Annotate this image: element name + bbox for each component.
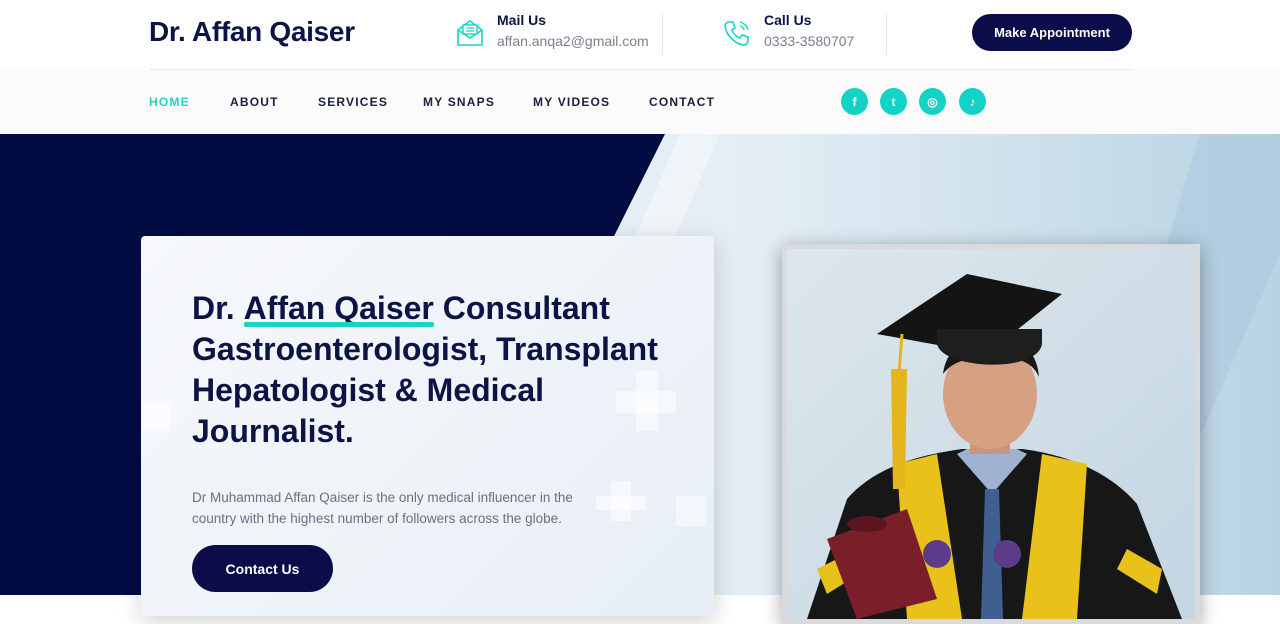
- mail-info[interactable]: Mail Us affan.anqa2@gmail.com: [455, 12, 649, 49]
- nav-home[interactable]: HOME: [149, 95, 190, 109]
- nav-my-snaps[interactable]: MY SNAPS: [423, 95, 495, 109]
- call-label: Call Us: [764, 12, 812, 28]
- doctor-photo: [782, 244, 1200, 624]
- headline-highlight: Affan Qaiser: [243, 288, 435, 329]
- mail-value[interactable]: affan.anqa2@gmail.com: [497, 33, 649, 49]
- nav-services[interactable]: SERVICES: [318, 95, 388, 109]
- facebook-icon[interactable]: f: [841, 88, 868, 115]
- contact-us-button[interactable]: Contact Us: [192, 545, 333, 592]
- nav-my-videos[interactable]: MY VIDEOS: [533, 95, 610, 109]
- header-divider: [886, 12, 887, 54]
- top-header: Dr. Affan Qaiser Mail Us affan.anqa2@gma…: [0, 0, 1280, 70]
- tiktok-icon[interactable]: ♪: [959, 88, 986, 115]
- hero-description: Dr Muhammad Affan Qaiser is the only med…: [192, 490, 573, 526]
- instagram-icon[interactable]: ◎: [919, 88, 946, 115]
- header-divider: [662, 12, 663, 54]
- nav-divider: [149, 69, 1132, 70]
- hero-headline: Dr. Affan Qaiser Consultant Gastroentero…: [192, 288, 658, 449]
- site-logo[interactable]: Dr. Affan Qaiser: [149, 16, 355, 48]
- make-appointment-button[interactable]: Make Appointment: [972, 14, 1132, 51]
- phone-icon: [724, 21, 749, 46]
- navbar: [0, 70, 1280, 134]
- call-info[interactable]: Call Us 0333-3580707: [722, 12, 854, 49]
- mail-label: Mail Us: [497, 12, 547, 28]
- nav-contact[interactable]: CONTACT: [649, 95, 715, 109]
- call-value[interactable]: 0333-3580707: [764, 33, 854, 49]
- doctor-portrait: [787, 249, 1195, 619]
- mail-icon: [457, 20, 483, 46]
- twitter-icon[interactable]: t: [880, 88, 907, 115]
- nav-about[interactable]: ABOUT: [230, 95, 279, 109]
